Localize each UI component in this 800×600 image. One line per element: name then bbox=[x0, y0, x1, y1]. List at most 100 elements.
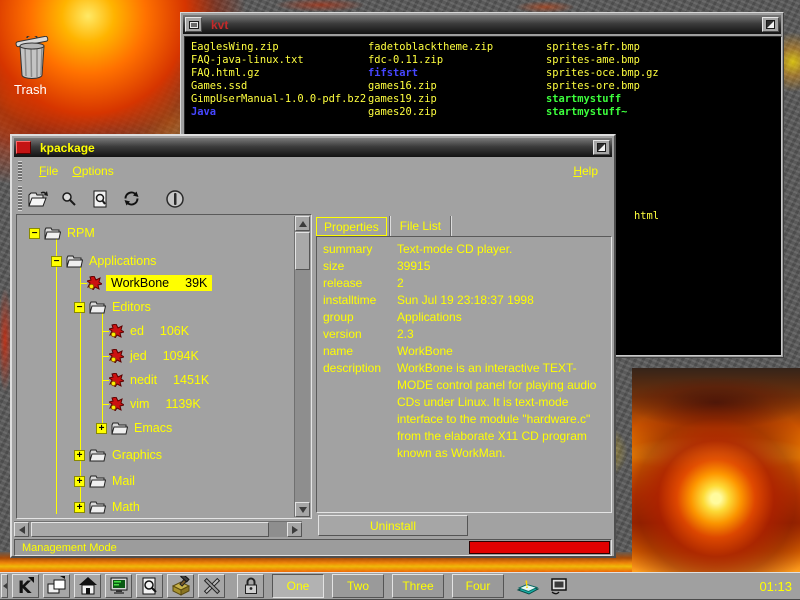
desktop-pager-three[interactable]: Three bbox=[392, 574, 444, 598]
terminal-partial-text: html bbox=[634, 210, 659, 222]
kpackage-titlebar[interactable]: kpackage bbox=[14, 138, 612, 157]
tree-item-nedit[interactable]: nedit 1451K bbox=[109, 370, 209, 390]
menu-options[interactable]: Options bbox=[72, 164, 113, 178]
home-button[interactable] bbox=[74, 574, 101, 598]
package-icon bbox=[87, 276, 102, 290]
taskbar-clock: 01:13 bbox=[759, 579, 792, 594]
tree-connector bbox=[80, 283, 87, 284]
terminal-menu-button[interactable] bbox=[185, 17, 202, 32]
collapse-icon[interactable] bbox=[74, 302, 85, 313]
tree-connector bbox=[102, 331, 109, 332]
folder-icon bbox=[89, 501, 106, 514]
help-book-button[interactable]: ! bbox=[514, 574, 541, 598]
tree-item-emacs[interactable]: Emacs bbox=[96, 418, 172, 438]
scroll-left-button[interactable] bbox=[14, 522, 29, 537]
scroll-down-button[interactable] bbox=[295, 502, 310, 517]
expand-icon[interactable] bbox=[74, 502, 85, 513]
reload-button[interactable] bbox=[118, 186, 144, 212]
scroll-up-button[interactable] bbox=[295, 216, 310, 231]
terminal-titlebar[interactable]: kvt bbox=[183, 15, 781, 34]
kpackage-window[interactable]: kpackage File Options Help bbox=[10, 134, 616, 558]
arrow-left-icon bbox=[19, 526, 25, 534]
package-tree[interactable]: RPM Applications WorkBone 39K Editors bbox=[16, 214, 312, 519]
lock-screen-button[interactable] bbox=[237, 574, 264, 598]
tray-monitor-button[interactable] bbox=[545, 574, 572, 598]
toolbar-drag-handle[interactable] bbox=[18, 186, 22, 211]
expand-icon[interactable] bbox=[96, 423, 107, 434]
folder-icon bbox=[89, 475, 106, 488]
kpackage-maximize-button[interactable] bbox=[593, 140, 610, 155]
arrow-down-icon bbox=[299, 507, 307, 513]
tree-item-workbone[interactable]: WorkBone 39K bbox=[87, 273, 212, 293]
window-list-icon bbox=[47, 576, 67, 596]
tree-horizontal-scrollbar[interactable] bbox=[14, 521, 302, 537]
scroll-right-button[interactable] bbox=[287, 522, 302, 537]
expand-icon[interactable] bbox=[74, 476, 85, 487]
maximize-icon bbox=[597, 143, 606, 152]
tab-bar: Properties File List bbox=[316, 214, 612, 236]
menu-file[interactable]: File bbox=[39, 164, 58, 178]
scrollbar-thumb[interactable] bbox=[31, 522, 269, 537]
uninstall-button[interactable]: Uninstall bbox=[318, 515, 468, 536]
find-file-button[interactable] bbox=[87, 186, 113, 212]
open-package-button[interactable] bbox=[25, 186, 51, 212]
tab-properties[interactable]: Properties bbox=[316, 217, 387, 236]
terminal-row: EaglesWing.zipfadetoblacktheme.zipsprite… bbox=[185, 41, 781, 54]
progress-bar bbox=[469, 541, 610, 554]
find-files-icon bbox=[140, 576, 160, 596]
expand-icon[interactable] bbox=[74, 450, 85, 461]
menu-help[interactable]: Help bbox=[573, 164, 598, 178]
terminal-row: FAQ-java-linux.txtfdc-0.11.zipsprites-am… bbox=[185, 54, 781, 67]
find-files-button[interactable] bbox=[136, 574, 163, 598]
package-detail-panel: Properties File List summaryText-mode CD… bbox=[316, 214, 612, 537]
terminal-launcher-button[interactable] bbox=[105, 574, 132, 598]
tree-item-vim[interactable]: vim 1139K bbox=[109, 394, 201, 414]
help-book-icon: ! bbox=[516, 576, 540, 596]
kpackage-menu-button[interactable] bbox=[16, 141, 31, 154]
folder-icon bbox=[44, 227, 61, 240]
menubar-drag-handle[interactable] bbox=[18, 161, 22, 180]
tab-file-list[interactable]: File List bbox=[393, 217, 448, 236]
find-package-button[interactable] bbox=[56, 186, 82, 212]
terminal-row: FAQ.html.gzfifstartsprites-oce.bmp.gz bbox=[185, 67, 781, 80]
k-menu-button[interactable]: K bbox=[12, 574, 39, 598]
toolbar bbox=[14, 183, 612, 214]
tree-item-graphics[interactable]: Graphics bbox=[74, 445, 162, 465]
tree-item-applications[interactable]: Applications bbox=[51, 251, 156, 271]
collapse-icon[interactable] bbox=[29, 228, 40, 239]
tree-item-jed[interactable]: jed 1094K bbox=[109, 346, 199, 366]
tree-item-editors[interactable]: Editors bbox=[74, 297, 151, 317]
desktop-pager-one[interactable]: One bbox=[272, 574, 324, 598]
desktop-pager-two[interactable]: Two bbox=[332, 574, 384, 598]
arrow-up-icon bbox=[299, 221, 307, 227]
panel-hide-button[interactable] bbox=[1, 574, 8, 598]
tree-guide-line bbox=[56, 238, 57, 514]
arrow-left-icon bbox=[3, 583, 7, 589]
terminal-maximize-button[interactable] bbox=[762, 17, 779, 32]
tree-item-ed[interactable]: ed 106K bbox=[109, 321, 189, 341]
tree-item-mail[interactable]: Mail bbox=[74, 471, 135, 491]
settings-button[interactable] bbox=[198, 574, 225, 598]
terminal-window-icon bbox=[189, 21, 199, 29]
tree-item-rpm[interactable]: RPM bbox=[29, 223, 95, 243]
desktop-pager-four[interactable]: Four bbox=[452, 574, 504, 598]
package-manager-button[interactable] bbox=[167, 574, 194, 598]
properties-content: summaryText-mode CD player. size39915 re… bbox=[316, 236, 612, 513]
status-bar: Management Mode bbox=[14, 539, 612, 556]
window-list-button[interactable] bbox=[43, 574, 70, 598]
collapse-icon[interactable] bbox=[51, 256, 62, 267]
tree-item-math[interactable]: Math bbox=[74, 497, 140, 517]
package-icon bbox=[109, 373, 124, 387]
trash-icon[interactable]: Trash bbox=[12, 36, 72, 97]
scrollbar-thumb[interactable] bbox=[295, 232, 310, 270]
taskbar[interactable]: K bbox=[0, 572, 800, 600]
flame-wallpaper-eruption bbox=[632, 368, 800, 572]
terminal-row: Games.ssdgames16.zipsprites-ore.bmp bbox=[185, 80, 781, 93]
tree-vertical-scrollbar[interactable] bbox=[294, 216, 310, 517]
tree-connector bbox=[102, 380, 109, 381]
folder-icon bbox=[89, 449, 106, 462]
tab-separator bbox=[389, 216, 391, 236]
trash-can-icon bbox=[12, 36, 52, 80]
terminal-icon bbox=[109, 576, 129, 596]
quit-button[interactable] bbox=[162, 186, 188, 212]
